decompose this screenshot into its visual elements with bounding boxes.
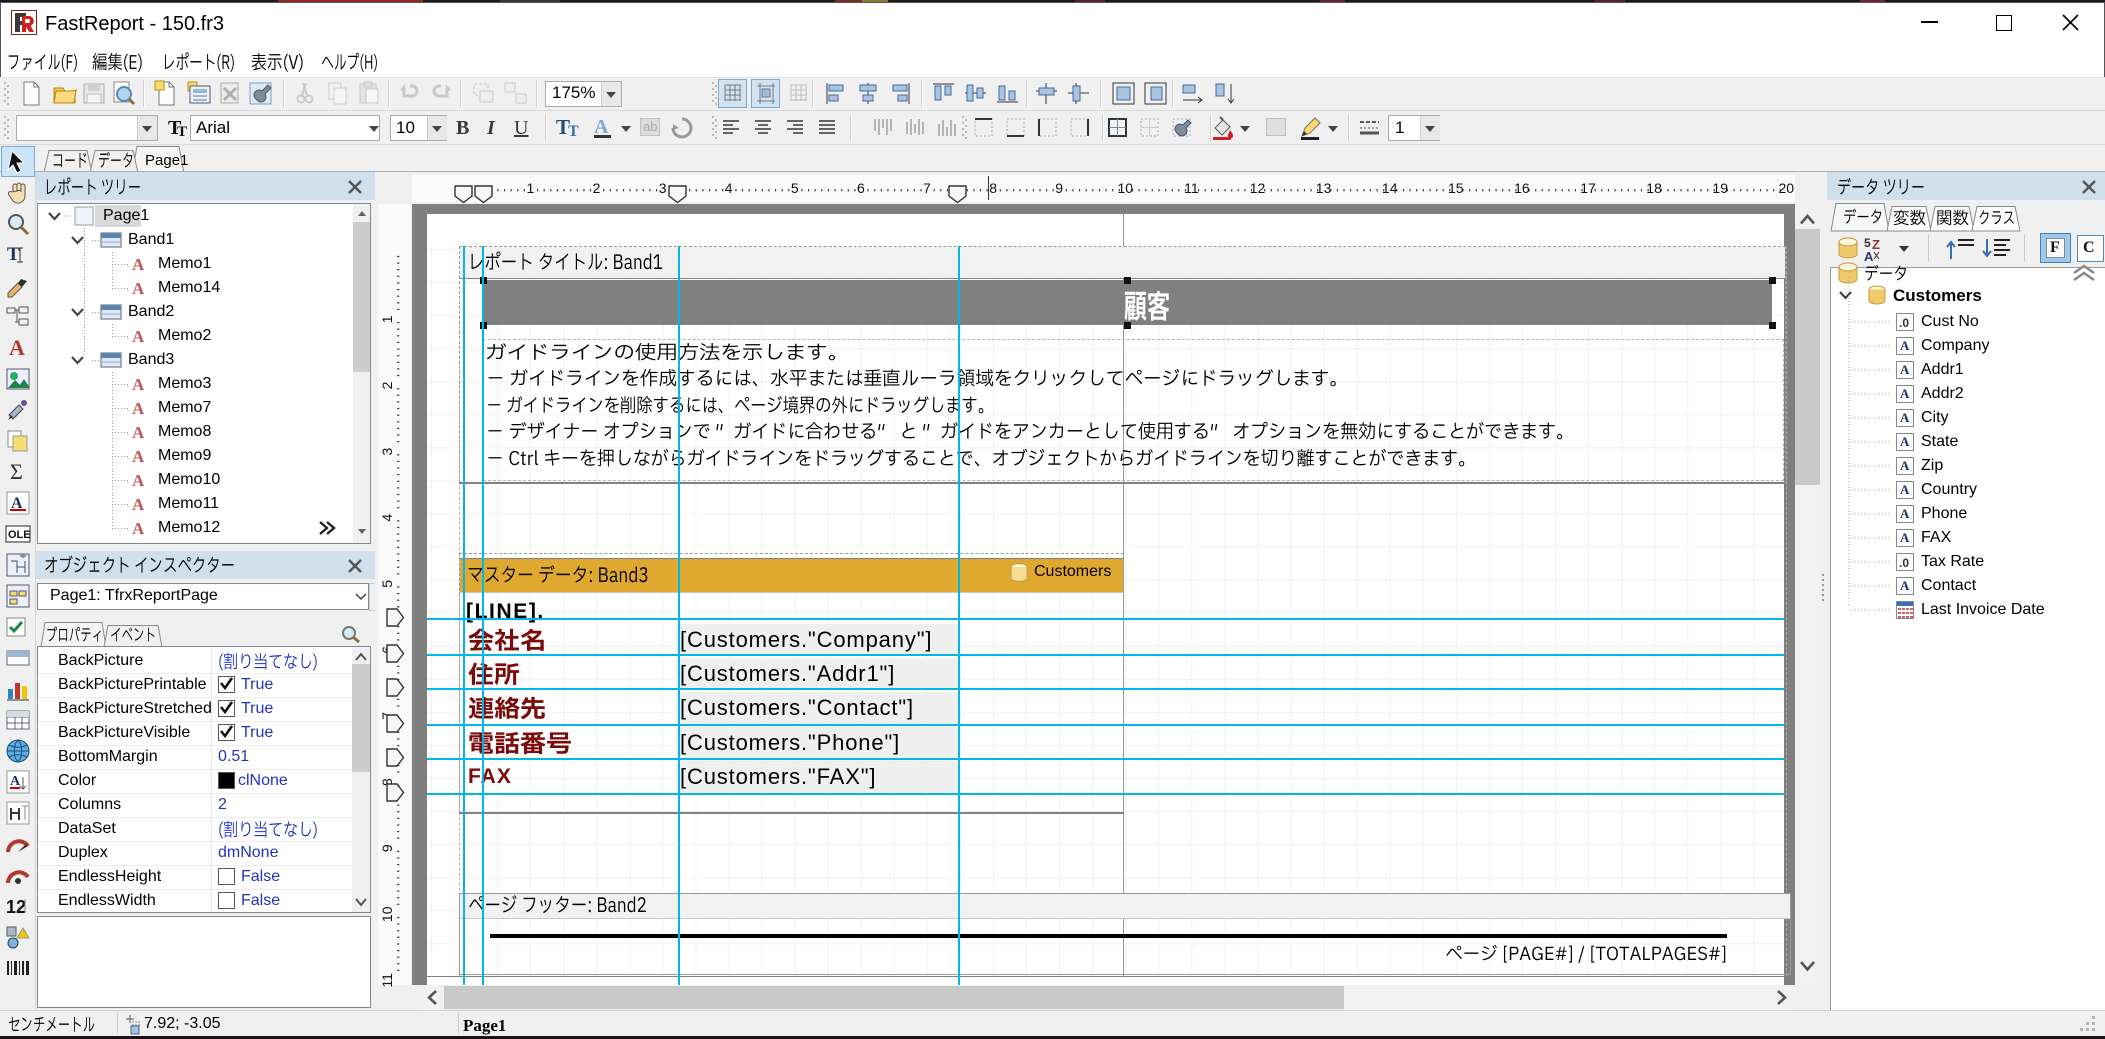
- svg-text:5: 5: [791, 180, 799, 196]
- svg-text:14: 14: [1382, 180, 1398, 196]
- svg-text:6: 6: [857, 180, 865, 196]
- svg-text:A: A: [1864, 249, 1874, 264]
- svg-text:12: 12: [6, 897, 26, 917]
- svg-text:4: 4: [379, 514, 395, 522]
- svg-text:4: 4: [725, 180, 733, 196]
- svg-text:15: 15: [1448, 180, 1464, 196]
- svg-text:5: 5: [379, 580, 395, 588]
- svg-text:1: 1: [379, 315, 395, 323]
- svg-text:3: 3: [659, 180, 667, 196]
- svg-text:3: 3: [379, 447, 395, 455]
- svg-text:17: 17: [1580, 180, 1596, 196]
- svg-text:13: 13: [1316, 180, 1332, 196]
- svg-text:11: 11: [379, 973, 395, 988]
- svg-text:11: 11: [1184, 180, 1199, 196]
- svg-text:1: 1: [527, 180, 535, 196]
- svg-text:9: 9: [379, 844, 395, 852]
- svg-text:7: 7: [923, 180, 931, 196]
- svg-text:16: 16: [1514, 180, 1530, 196]
- svg-text:20: 20: [1779, 180, 1795, 196]
- svg-text:A: A: [594, 116, 609, 138]
- svg-text:12: 12: [1250, 180, 1266, 196]
- svg-text:T: T: [568, 123, 579, 140]
- svg-text:8: 8: [989, 180, 997, 196]
- svg-text:10: 10: [1118, 180, 1134, 196]
- svg-text:5: 5: [1864, 236, 1871, 250]
- svg-text:2: 2: [379, 381, 395, 389]
- svg-text:9: 9: [1055, 180, 1063, 196]
- svg-text:A: A: [10, 774, 21, 789]
- svg-text:2: 2: [593, 180, 601, 196]
- svg-text:10: 10: [379, 906, 395, 922]
- svg-text:19: 19: [1712, 180, 1728, 196]
- svg-text:18: 18: [1646, 180, 1662, 196]
